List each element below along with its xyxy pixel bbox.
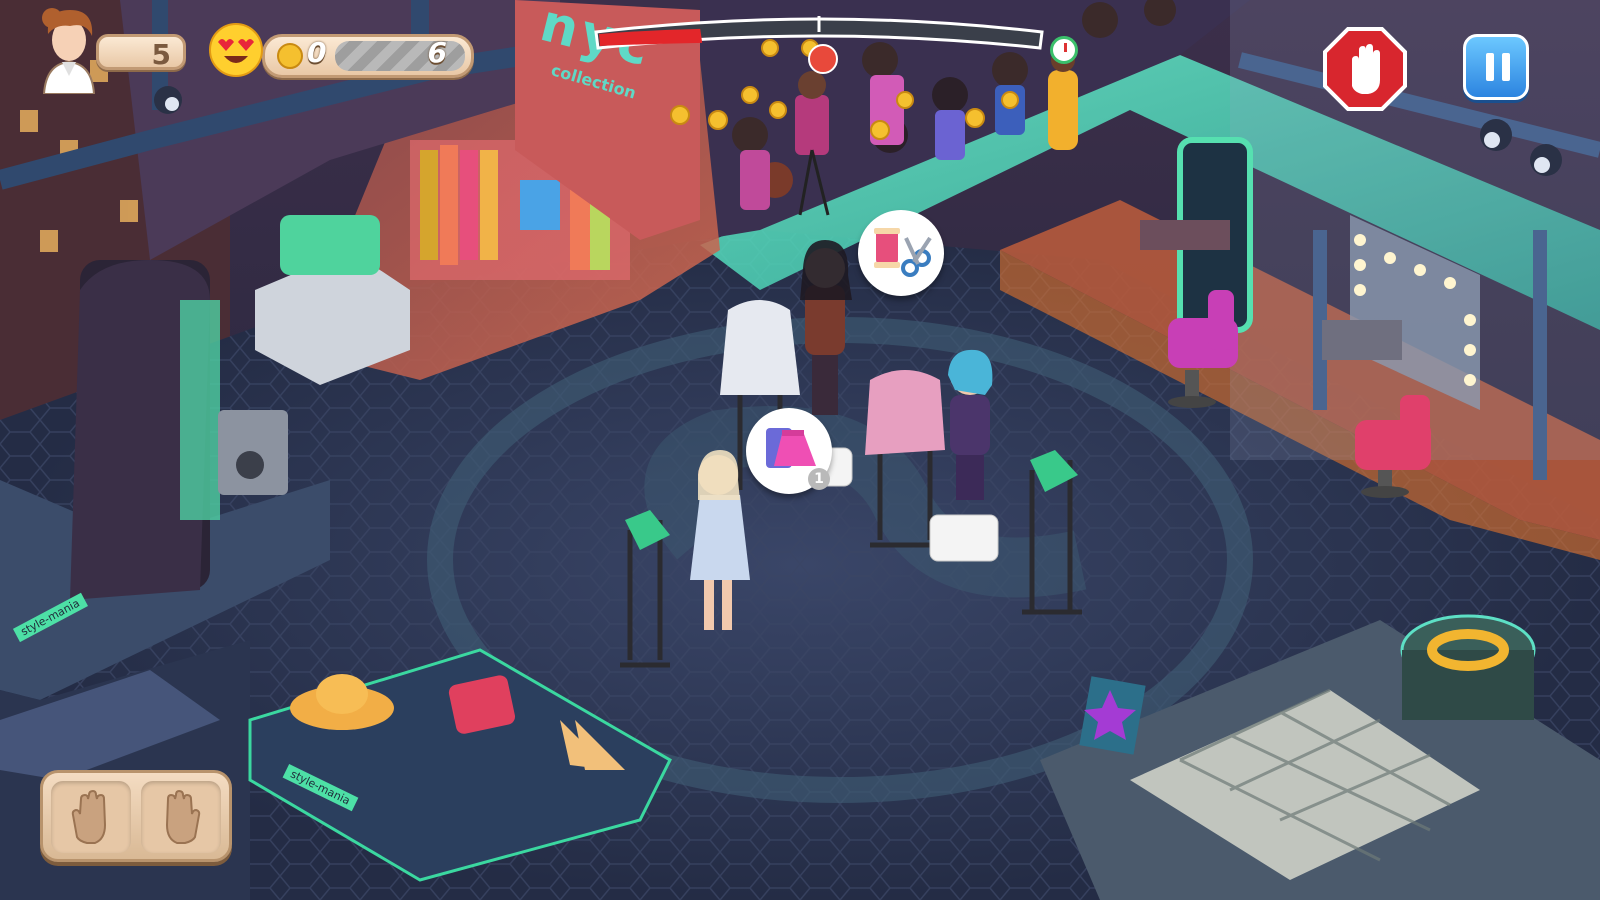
crowd-progress-bar xyxy=(594,16,1044,50)
level-value: 5 xyxy=(151,38,171,71)
pause-icon xyxy=(1486,53,1510,81)
level-display: 5 xyxy=(96,34,186,71)
game-scene: nyc collection style-mania style-mania 1… xyxy=(0,0,1600,900)
coin-goal-bar: 0 6 xyxy=(262,34,474,78)
stop-customers-button[interactable] xyxy=(1322,26,1408,112)
left-hand-slot[interactable] xyxy=(51,781,131,853)
tailoring-icon xyxy=(874,228,932,277)
heart-eyes-emoji-icon xyxy=(208,22,264,78)
coin-target-value: 6 xyxy=(427,36,447,69)
timer-clock-icon xyxy=(1050,36,1078,64)
request-bubble-skirt[interactable]: 1 xyxy=(746,408,832,494)
player-avatar-icon xyxy=(42,8,96,95)
left-hand-icon xyxy=(71,789,107,844)
right-hand-icon xyxy=(165,789,201,844)
coin-current-value: 0 xyxy=(307,36,327,69)
right-hand-slot[interactable] xyxy=(141,781,221,853)
hands-inventory xyxy=(40,770,232,862)
request-bubble-tailoring[interactable] xyxy=(858,210,944,296)
request-count-badge: 1 xyxy=(808,468,830,490)
player-avatar[interactable] xyxy=(34,4,104,95)
stop-hand-icon xyxy=(1323,27,1407,111)
coin-icon xyxy=(277,43,303,69)
pause-button[interactable] xyxy=(1463,34,1529,100)
